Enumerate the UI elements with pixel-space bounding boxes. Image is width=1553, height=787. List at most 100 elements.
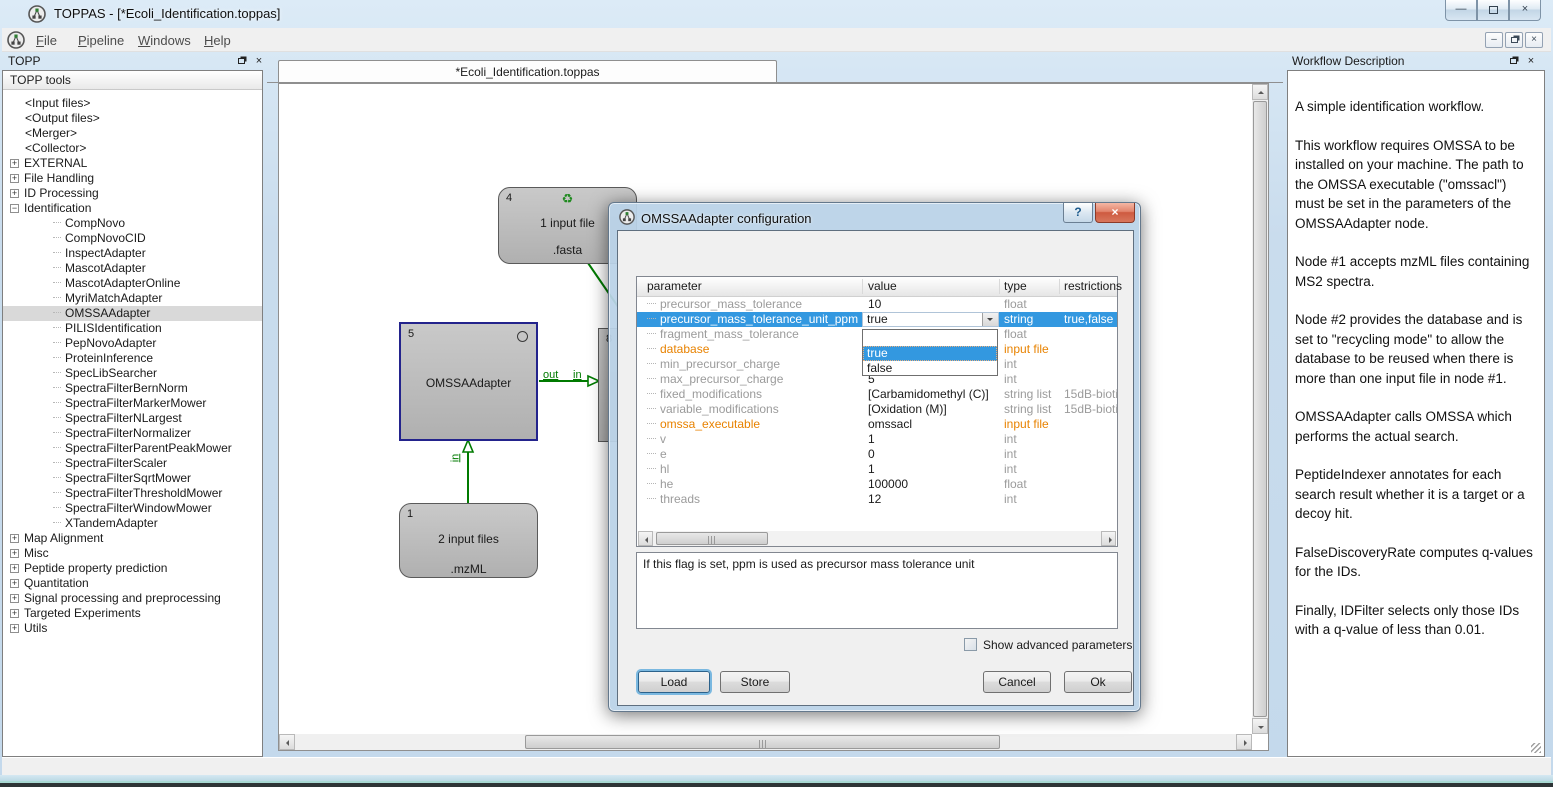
expand-icon[interactable]: + [10,564,19,573]
tree-item-file-handling[interactable]: +File Handling [3,171,262,186]
scroll-right-icon[interactable] [1101,531,1116,546]
expand-icon[interactable]: + [10,549,19,558]
collapse-icon[interactable]: − [10,204,19,213]
tree-item-spectrafiltersqrtmower[interactable]: SpectraFilterSqrtMower [3,471,262,486]
tree-item-spectrafilterbernnorm[interactable]: SpectraFilterBernNorm [3,381,262,396]
table-row[interactable]: hl1int [637,462,1117,477]
tree-item-spectrafilterthresholdmower[interactable]: SpectraFilterThresholdMower [3,486,262,501]
title-bar[interactable]: TOPPAS - [*Ecoli_Identification.toppas] … [0,0,1553,28]
tree-item-spectrafilternlargest[interactable]: SpectraFilterNLargest [3,411,262,426]
tree-item-mascotadapter[interactable]: MascotAdapter [3,261,262,276]
combobox-dropdown[interactable]: true false [862,329,998,376]
menu-pipeline[interactable]: Pipeline [72,31,130,50]
expand-icon[interactable]: + [10,624,19,633]
tree-item-signal-processing[interactable]: +Signal processing and preprocessing [3,591,262,606]
tree-item-id-processing[interactable]: +ID Processing [3,186,262,201]
workflow-description-text[interactable]: A simple identification workflow. This w… [1295,97,1539,659]
table-horizontal-scrollbar[interactable] [638,531,1116,546]
mdi-minimize-button[interactable]: – [1485,32,1503,48]
tree-item-input-files[interactable]: <Input files> [3,96,262,111]
checkbox-icon[interactable] [964,638,977,651]
column-header-parameter[interactable]: parameter [647,279,702,293]
cancel-button[interactable]: Cancel [983,671,1051,693]
tree-item-utils[interactable]: +Utils [3,621,262,636]
expand-icon[interactable]: + [10,609,19,618]
tree-item-merger[interactable]: <Merger> [3,126,262,141]
tree-item-spectrafilternormalizer[interactable]: SpectraFilterNormalizer [3,426,262,441]
expand-icon[interactable]: + [10,189,19,198]
tree-header[interactable]: TOPP tools [3,71,262,90]
tree-item-spectrafilterparentpeakmower[interactable]: SpectraFilterParentPeakMower [3,441,262,456]
tree-item-compnovo[interactable]: CompNovo [3,216,262,231]
canvas-horizontal-scrollbar[interactable] [279,734,1252,750]
tree-item-identification[interactable]: −Identification [3,201,262,216]
mdi-restore-button[interactable] [1505,32,1523,48]
right-dock-float-button[interactable] [1506,55,1520,69]
dropdown-item-false[interactable]: false [863,361,997,377]
window-maximize-button[interactable] [1477,0,1509,21]
tree-item-myrimatchadapter[interactable]: MyriMatchAdapter [3,291,262,306]
scroll-down-icon[interactable] [1252,718,1268,734]
tree-item-external[interactable]: +EXTERNAL [3,156,262,171]
right-dock-close-button[interactable]: × [1524,55,1538,69]
column-header-restrictions[interactable]: restrictions [1064,279,1122,293]
window-close-button[interactable]: × [1509,0,1541,21]
canvas-vertical-scrollbar[interactable] [1252,84,1268,734]
table-scroll-thumb[interactable] [656,532,768,545]
column-header-value[interactable]: value [868,279,897,293]
tree-item-pepnovoadapter[interactable]: PepNovoAdapter [3,336,262,351]
expand-icon[interactable]: + [10,534,19,543]
table-row[interactable]: threads12int [637,492,1117,507]
resize-grip[interactable] [1531,743,1541,753]
tree-item-map-alignment[interactable]: +Map Alignment [3,531,262,546]
expand-icon[interactable]: + [10,159,19,168]
tree-item-pilisidentification[interactable]: PILISIdentification [3,321,262,336]
column-header-type[interactable]: type [1004,279,1027,293]
workflow-description-panel[interactable]: A simple identification workflow. This w… [1287,70,1545,757]
expand-icon[interactable]: + [10,594,19,603]
tree-item-spectrafiltermarkermower[interactable]: SpectraFilterMarkerMower [3,396,262,411]
table-row[interactable]: precursor_mass_tolerance10float [637,297,1117,312]
tree-item-peptide-property-prediction[interactable]: +Peptide property prediction [3,561,262,576]
table-header-row[interactable]: parameter value type restrictions [637,277,1117,297]
expand-icon[interactable]: + [10,579,19,588]
tree-item-proteininference[interactable]: ProteinInference [3,351,262,366]
table-row-required[interactable]: omssa_executableomssaclinput file [637,417,1117,432]
scroll-left-icon[interactable] [638,531,653,546]
chevron-down-icon[interactable] [982,313,998,326]
menu-file[interactable]: File [30,31,63,50]
scroll-left-icon[interactable] [279,734,295,750]
tree-item-output-files[interactable]: <Output files> [3,111,262,126]
expand-icon[interactable]: + [10,174,19,183]
tree-item-spectrafilterwindowmower[interactable]: SpectraFilterWindowMower [3,501,262,516]
node-5-omssaadapter[interactable]: 5 OMSSAAdapter [399,322,538,441]
left-dock-close-button[interactable]: × [252,55,266,69]
workflow-tab[interactable]: *Ecoli_Identification.toppas [278,60,777,83]
tree-item-quantitation[interactable]: +Quantitation [3,576,262,591]
horizontal-scroll-thumb[interactable] [525,735,1000,749]
tree-item-mascotadapteronline[interactable]: MascotAdapterOnline [3,276,262,291]
tree-item-misc[interactable]: +Misc [3,546,262,561]
scroll-up-icon[interactable] [1252,84,1268,100]
tree-item-collector[interactable]: <Collector> [3,141,262,156]
load-button[interactable]: Load [638,671,710,693]
tree-item-inspectadapter[interactable]: InspectAdapter [3,246,262,261]
store-button[interactable]: Store [720,671,790,693]
dialog-help-button[interactable]: ? [1063,203,1093,223]
menu-windows[interactable]: Windows [132,31,197,50]
dropdown-item-true[interactable]: true [863,346,997,362]
dropdown-item-blank[interactable] [863,330,997,346]
value-combobox[interactable]: true [862,312,999,327]
tree-item-speclibsearcher[interactable]: SpecLibSearcher [3,366,262,381]
parameter-table[interactable]: parameter value type restrictions precur… [636,276,1118,547]
tree-item-omssaadapter[interactable]: OMSSAAdapter [3,306,262,321]
scroll-right-icon[interactable] [1236,734,1252,750]
table-row[interactable]: he100000float [637,477,1117,492]
show-advanced-parameters[interactable]: Show advanced parameters [964,638,1132,652]
window-minimize-button[interactable]: — [1445,0,1477,21]
table-row-selected[interactable]: precursor_mass_tolerance_unit_ppmstringt… [637,312,1117,327]
dialog-close-button[interactable]: × [1095,203,1135,223]
vertical-scroll-thumb[interactable] [1253,101,1267,717]
tree-item-spectrafilterscaler[interactable]: SpectraFilterScaler [3,456,262,471]
tree-item-targeted-experiments[interactable]: +Targeted Experiments [3,606,262,621]
